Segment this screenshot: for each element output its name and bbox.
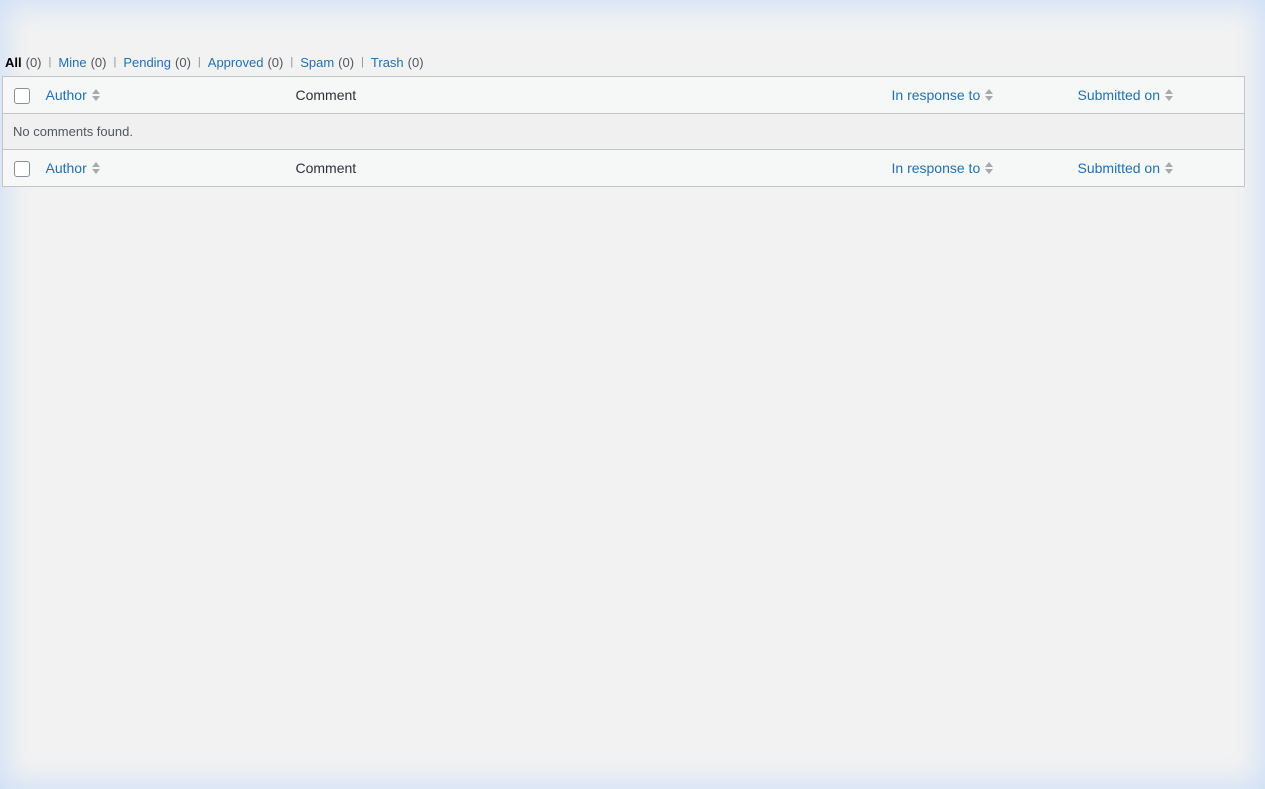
sort-arrows-icon <box>1165 89 1173 101</box>
select-all-cell-footer <box>3 150 45 187</box>
sort-arrows-icon <box>985 162 994 174</box>
table-header-row: Author Comment In response to Submitted … <box>2 77 1245 114</box>
filter-trash-link[interactable]: Trash <box>371 55 404 70</box>
comments-table: Author Comment In response to Submitted … <box>2 76 1245 187</box>
filter-pending-count: (0) <box>175 55 191 70</box>
column-submitted-label-footer: Submitted on <box>1077 160 1161 176</box>
sort-arrows-icon <box>91 89 100 101</box>
column-author: Author <box>45 77 295 114</box>
sort-response-link-footer[interactable]: In response to <box>892 160 994 176</box>
sort-author-link[interactable]: Author <box>46 87 100 103</box>
column-comment-footer: Comment <box>295 150 892 187</box>
filter-spam-count: (0) <box>338 55 355 70</box>
column-submitted-label: Submitted on <box>1077 87 1161 103</box>
filter-separator: | <box>361 56 364 68</box>
filter-approved[interactable]: Approved (0) <box>208 55 284 70</box>
filter-separator: | <box>48 56 52 68</box>
column-response: In response to <box>892 77 1078 114</box>
filter-separator: | <box>197 56 201 68</box>
column-submitted-footer: Submitted on <box>1078 150 1245 187</box>
sort-response-link[interactable]: In response to <box>892 87 994 103</box>
select-all-cell <box>3 77 45 114</box>
filter-pending-link[interactable]: Pending <box>123 55 171 70</box>
filter-all-link[interactable]: All <box>5 55 22 70</box>
column-response-label-footer: In response to <box>891 160 981 176</box>
select-all-checkbox[interactable] <box>14 88 30 104</box>
filter-mine-link[interactable]: Mine <box>58 55 86 70</box>
filter-pending[interactable]: Pending (0) <box>123 55 191 70</box>
no-comments-message: No comments found. <box>2 113 1245 150</box>
filter-separator: | <box>113 56 117 68</box>
sort-author-link-footer[interactable]: Author <box>46 160 100 176</box>
filter-separator: | <box>290 56 294 68</box>
filter-spam[interactable]: Spam (0) <box>300 55 354 70</box>
filter-all-count: (0) <box>25 55 42 70</box>
filter-all[interactable]: All (0) <box>5 55 42 70</box>
comment-status-filters: All (0) | Mine (0) | Pending (0) | Appro… <box>5 55 424 70</box>
column-comment-label-footer: Comment <box>295 160 357 176</box>
table-footer-row: Author Comment In response to Submitted … <box>2 149 1245 187</box>
column-submitted: Submitted on <box>1078 77 1245 114</box>
no-items-row: No comments found. <box>2 113 1245 150</box>
column-author-label: Author <box>45 87 87 103</box>
filter-approved-link[interactable]: Approved <box>208 55 264 70</box>
sort-arrows-icon <box>985 89 994 101</box>
column-author-label-footer: Author <box>45 160 87 176</box>
filter-mine[interactable]: Mine (0) <box>58 55 106 70</box>
filter-spam-link[interactable]: Spam <box>300 55 334 70</box>
sort-arrows-icon <box>91 162 100 174</box>
column-author-footer: Author <box>45 150 295 187</box>
column-comment: Comment <box>295 77 892 114</box>
sort-submitted-link-footer[interactable]: Submitted on <box>1077 160 1173 176</box>
column-comment-label: Comment <box>295 87 357 103</box>
filter-approved-count: (0) <box>267 55 284 70</box>
sort-submitted-link[interactable]: Submitted on <box>1077 87 1173 103</box>
column-response-footer: In response to <box>892 150 1078 187</box>
filter-trash[interactable]: Trash (0) <box>371 55 424 70</box>
filter-mine-count: (0) <box>90 55 107 70</box>
sort-arrows-icon <box>1165 162 1173 174</box>
comments-page: All (0) | Mine (0) | Pending (0) | Appro… <box>0 0 1265 789</box>
filter-trash-count: (0) <box>407 55 424 70</box>
select-all-checkbox-footer[interactable] <box>14 161 30 177</box>
column-response-label: In response to <box>891 87 981 103</box>
